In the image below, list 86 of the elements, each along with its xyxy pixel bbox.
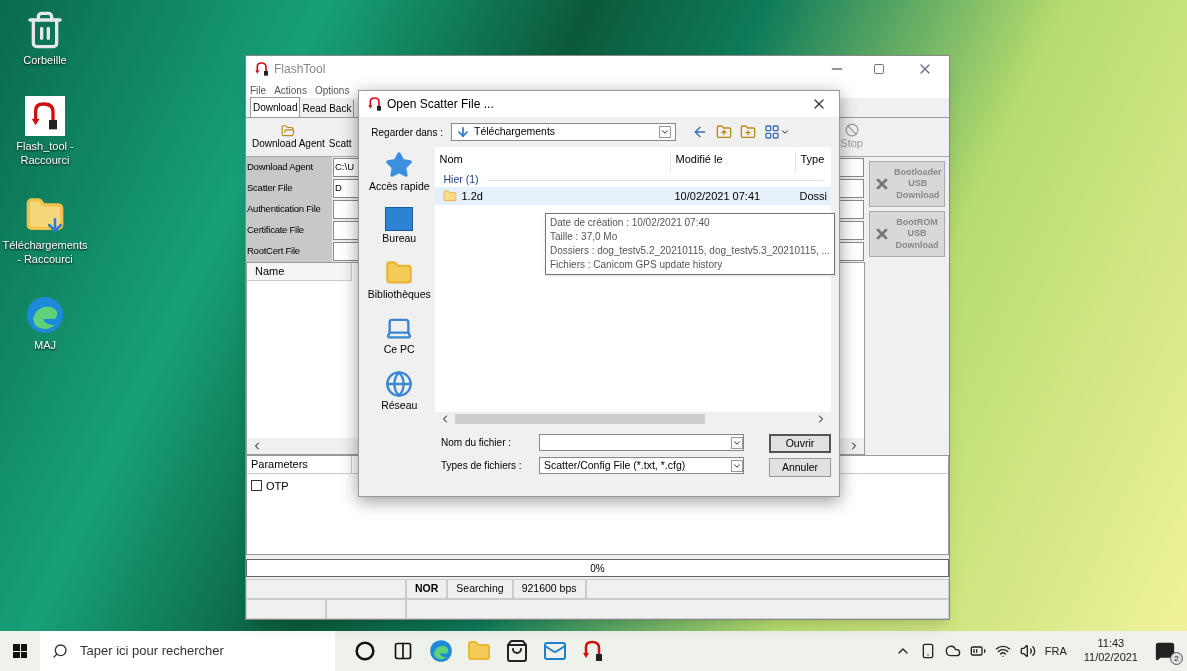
folder-icon [443, 189, 458, 203]
group-header[interactable]: Hier (1) [443, 172, 479, 188]
back-icon[interactable] [692, 124, 708, 140]
dialog-button[interactable]: Annuler [769, 458, 831, 477]
column-header[interactable]: Nom [435, 151, 671, 168]
look-in-dropdown[interactable]: Téléchargements [451, 123, 676, 141]
tooltip-line: Date de création : 10/02/2021 07:40 [550, 216, 711, 230]
desktop-icon-label[interactable]: MAJ [34, 338, 56, 353]
cortana-icon[interactable] [355, 641, 375, 661]
column-header[interactable]: Type [795, 151, 831, 173]
status-cell: Searching [447, 579, 513, 599]
volume-icon[interactable] [1019, 643, 1036, 659]
status-cell: 921600 bps [512, 579, 586, 599]
tooltip-line: Taille : 37,0 Mo [550, 230, 619, 244]
view-menu-icon[interactable] [764, 124, 790, 140]
place-shortcut[interactable]: Bureau [382, 206, 417, 247]
network-icon [385, 370, 414, 398]
toolbar-button[interactable]: Download Agent [252, 123, 325, 151]
desktop-icon-label[interactable]: Corbeille [23, 54, 67, 68]
dialog-title: Open Scatter File ... [387, 96, 494, 113]
column-header[interactable]: Parameters [247, 456, 352, 473]
desktop-icon [385, 206, 414, 231]
down-arrow-icon [456, 125, 470, 139]
desktop-icon-label[interactable]: Flash_tool - Raccourci [0, 139, 90, 168]
option-label: OTP [266, 478, 289, 494]
folder-icon [385, 258, 414, 287]
search-icon [52, 643, 68, 659]
folder-up-icon[interactable] [716, 124, 732, 140]
tooltip-line: Dossiers : dog_testv5.2_20210115, dog_testv5.3_20210115, ... [550, 244, 830, 258]
look-in-label: Regarder dans : [370, 125, 443, 140]
search-field[interactable]: Taper ici pour rechercher [40, 631, 335, 671]
column-header[interactable]: Modifié le [670, 151, 796, 173]
filename-field[interactable] [539, 434, 744, 451]
menu-item[interactable]: File [250, 82, 267, 98]
cloud-icon[interactable] [944, 643, 961, 659]
field-label: RootCert File [246, 241, 332, 262]
flash-tool-icon [367, 96, 383, 112]
new-folder-icon[interactable] [740, 124, 756, 140]
toolbar-button[interactable]: Scatt [328, 123, 352, 151]
filename-label: Nom du fichier : [441, 436, 513, 450]
dialog-button[interactable]: Ouvrir [769, 434, 831, 453]
clock[interactable]: 11:43 11/02/2021 [1075, 637, 1146, 665]
edge-icon [25, 294, 65, 335]
file-row[interactable]: 1.2d 10/02/2021 07:41 Dossi [435, 187, 831, 205]
progress-reading: 0% [590, 561, 605, 576]
place-shortcut[interactable]: Ce PC [383, 314, 415, 358]
flash-tool-icon [254, 61, 270, 77]
file-name: 1.2d [461, 188, 483, 204]
maximize-icon[interactable] [873, 63, 885, 75]
desktop-icon-label[interactable]: Téléchargements - Raccourci [0, 239, 90, 267]
file-type: Dossi [798, 188, 828, 204]
star-icon [385, 151, 414, 179]
modified-date: 10/02/2021 07:41 [673, 188, 762, 204]
edge-icon[interactable] [429, 639, 453, 663]
battery-icon[interactable] [969, 643, 986, 659]
menu-item[interactable]: Options [314, 82, 350, 98]
tab[interactable]: Download [250, 97, 301, 117]
stop-icon [844, 123, 859, 138]
place-shortcut[interactable]: Accès rapide [368, 151, 430, 195]
cross-icon [874, 226, 890, 242]
cross-icon [874, 176, 890, 192]
checkbox[interactable] [251, 480, 262, 492]
tooltip-line: Fichiers : Canicom GPS update history [550, 258, 724, 272]
language-indicator[interactable]: FRA [1044, 642, 1067, 660]
status-cell: NOR [406, 579, 448, 599]
filetype-label: Types de fichiers : [441, 459, 523, 473]
mail-icon[interactable] [543, 639, 567, 663]
place-shortcut[interactable]: Réseau [381, 370, 418, 414]
column-header[interactable]: Name [247, 263, 352, 281]
menu-item[interactable]: Actions [274, 82, 307, 98]
flash-tool-icon [581, 639, 605, 663]
field-label: Authentication File [246, 199, 332, 220]
filetype-dropdown[interactable]: Scatter/Config File (*.txt, *.cfg) [539, 457, 744, 474]
shopping-bag-icon[interactable] [505, 639, 529, 663]
task-view-icon[interactable] [393, 641, 413, 661]
field-label: Scatter File [246, 178, 332, 199]
notification-icon[interactable] [1155, 641, 1175, 661]
field-label: Certificate File [246, 220, 332, 241]
field-label: Download Agent [246, 157, 332, 178]
notification-count: 2 [1170, 652, 1183, 665]
place-shortcut[interactable]: Bibliothèques [367, 258, 431, 303]
window-title: FlashTool [274, 61, 326, 78]
tab[interactable]: Read Back [300, 100, 355, 117]
start-icon[interactable] [13, 644, 27, 658]
folder-icon [281, 123, 296, 138]
wifi-icon[interactable] [994, 643, 1011, 659]
